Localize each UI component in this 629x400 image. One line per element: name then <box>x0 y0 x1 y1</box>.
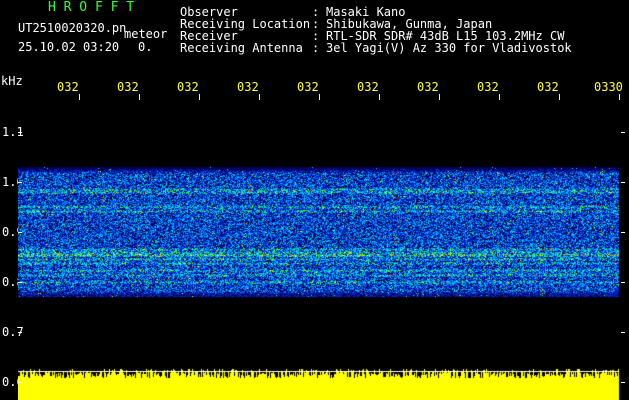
time-tick-mark <box>199 94 200 100</box>
freq-tick-mark-left <box>18 282 22 283</box>
spectrogram-canvas <box>18 82 629 400</box>
freq-tick-mark-left <box>18 182 22 183</box>
antenna-label: Receiving Antenna <box>180 41 303 55</box>
time-tick-mark <box>319 94 320 100</box>
freq-tick-mark-right <box>621 132 625 133</box>
freq-tick-mark-left <box>18 232 22 233</box>
freq-tick-mark-right <box>621 182 625 183</box>
time-tick-mark <box>559 94 560 100</box>
freq-tick-mark-right <box>621 232 625 233</box>
header: H R O F F T UT2510020320.pn meteor 25.10… <box>0 0 629 72</box>
mode-label: meteor <box>124 27 168 41</box>
antenna-sep: : <box>312 41 320 55</box>
antenna-value: 3el Yagi(V) Az 330 for Vladivostok <box>326 41 572 55</box>
time-tick-mark <box>499 94 500 100</box>
event-count: 0. <box>138 40 153 54</box>
freq-tick-mark-right <box>621 332 625 333</box>
freq-tick-mark-right <box>621 282 625 283</box>
file-name: UT2510020320.pn <box>18 21 127 35</box>
time-tick-mark <box>379 94 380 100</box>
freq-tick-mark-left <box>18 132 22 133</box>
time-tick-mark <box>79 94 80 100</box>
app-title: H R O F F T <box>48 0 135 15</box>
time-tick-mark <box>439 94 440 100</box>
time-tick-mark <box>259 94 260 100</box>
time-tick-mark <box>619 94 620 100</box>
freq-tick-mark-left <box>18 382 22 383</box>
freq-tick-mark-left <box>18 332 22 333</box>
time-tick-mark <box>139 94 140 100</box>
freq-tick-mark-right <box>621 382 625 383</box>
date-time: 25.10.02 03:20 <box>18 40 120 54</box>
